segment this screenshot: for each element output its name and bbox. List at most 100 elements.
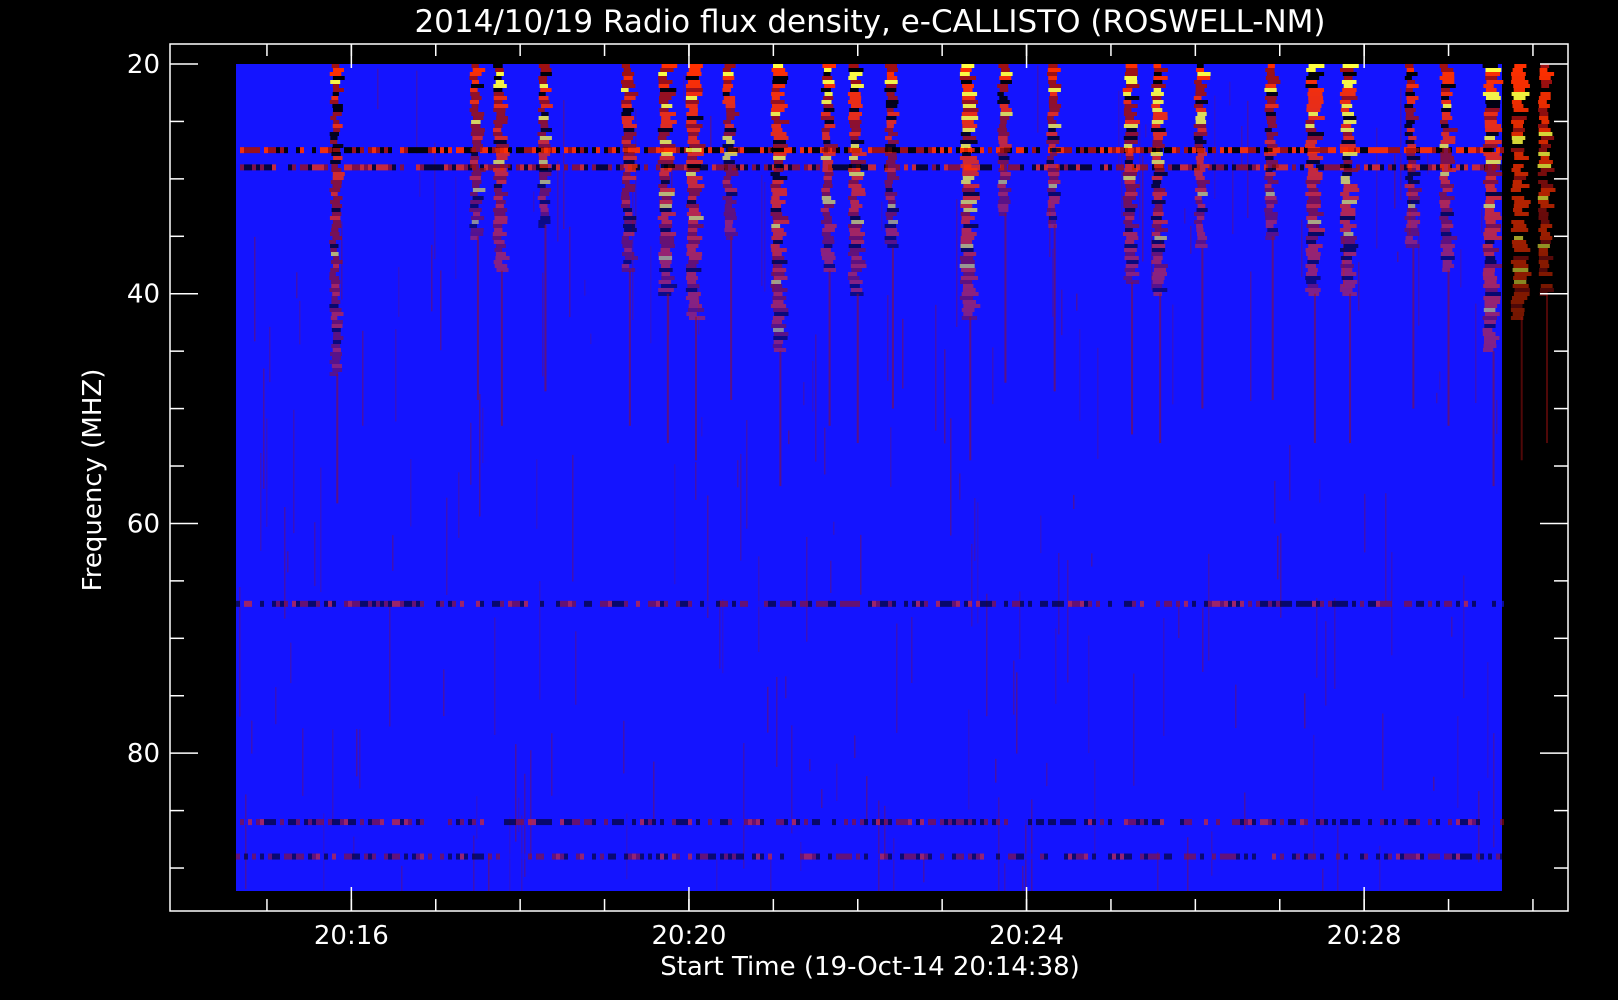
band-cell [1164,853,1168,860]
burst-cell [722,156,731,160]
burst-cell [471,104,479,108]
burst-cell [885,164,897,168]
burst-cell [1513,224,1527,228]
band-cell [960,600,964,607]
band-cell [1016,853,1020,860]
band-cell [568,819,572,826]
noise-streak [1493,733,1495,848]
band-cell [876,853,880,860]
burst-cell [1153,172,1168,176]
burst-cell [493,108,506,112]
band-cell [1420,853,1424,860]
burst-cell [849,120,862,124]
burst-cell [624,184,636,188]
band-cell [1260,853,1264,860]
burst-cell [849,108,860,112]
burst-cell [1343,232,1354,236]
burst-cell [661,276,675,280]
burst-cell [1194,172,1203,176]
band-cell [628,819,632,826]
burst-cell [621,104,632,108]
band-cell [1176,819,1180,826]
burst-cell [1439,192,1447,196]
burst-cell [539,84,548,88]
band-cell [444,819,448,826]
burst-cell [1122,172,1137,176]
burst-cell [1406,84,1419,88]
band-cell [940,853,944,860]
band-cell [1464,600,1468,607]
band-cell [856,853,860,860]
band-cell [992,147,996,154]
burst-cell [659,96,672,100]
burst-cell [329,304,339,308]
burst-cell [1305,124,1315,128]
noise-streak [296,272,298,299]
band-cell [572,164,576,171]
band-cell [248,147,252,154]
burst-cell [1195,200,1203,204]
band-cell [1328,164,1332,171]
burst-cell [963,192,980,196]
band-cell [240,819,244,826]
band-cell [456,164,460,171]
x-tick-label: 20:24 [989,921,1064,951]
noise-streak [455,176,457,280]
burst-cell [1485,220,1496,224]
burst-cell [1511,168,1521,172]
burst-cell [1122,196,1136,200]
band-cell [564,164,568,171]
band-cell [860,819,864,826]
band-cell [404,147,408,154]
band-cell [552,600,556,607]
band-cell [392,147,396,154]
band-cell [912,600,916,607]
burst-cell [1125,184,1140,188]
band-cell [448,147,452,154]
band-cell [440,600,444,607]
band-cell [344,147,348,154]
burst-tail [628,270,631,426]
burst-cell [1048,64,1058,68]
band-cell [360,853,364,860]
burst-cell [773,220,790,224]
burst-cell [1307,148,1321,152]
band-cell [1296,853,1300,860]
burst-cell [493,196,503,200]
burst-cell [661,116,671,120]
band-cell [520,164,524,171]
noise-streak [1190,225,1192,254]
band-cell [1136,600,1140,607]
band-cell [1432,147,1436,154]
burst-cell [724,64,736,68]
noise-streak [1334,598,1336,689]
band-cell [1400,164,1404,171]
burst-cell [724,204,732,208]
burst-cell [1441,132,1450,136]
burst-cell [884,168,896,172]
band-cell [1292,164,1296,171]
band-cell [448,600,452,607]
noise-streak [707,495,709,618]
band-cell [372,600,376,607]
band-cell [352,853,356,860]
noise-streak [809,758,811,772]
band-cell [300,600,304,607]
band-cell [1472,147,1476,154]
burst-cell [1342,152,1358,156]
burst-cell [1049,96,1058,100]
burst-cell [537,132,546,136]
noise-streak [518,797,520,832]
band-cell [924,600,928,607]
burst-cell [1306,252,1321,256]
band-cell [1244,600,1248,607]
band-cell [1204,853,1208,860]
noise-streak [398,267,400,317]
burst-cell [772,316,785,320]
burst-cell [821,188,830,192]
band-cell [292,853,296,860]
burst-cell [849,164,862,168]
band-cell [1328,600,1332,607]
noise-streak [1055,628,1057,704]
band-cell [380,147,384,154]
